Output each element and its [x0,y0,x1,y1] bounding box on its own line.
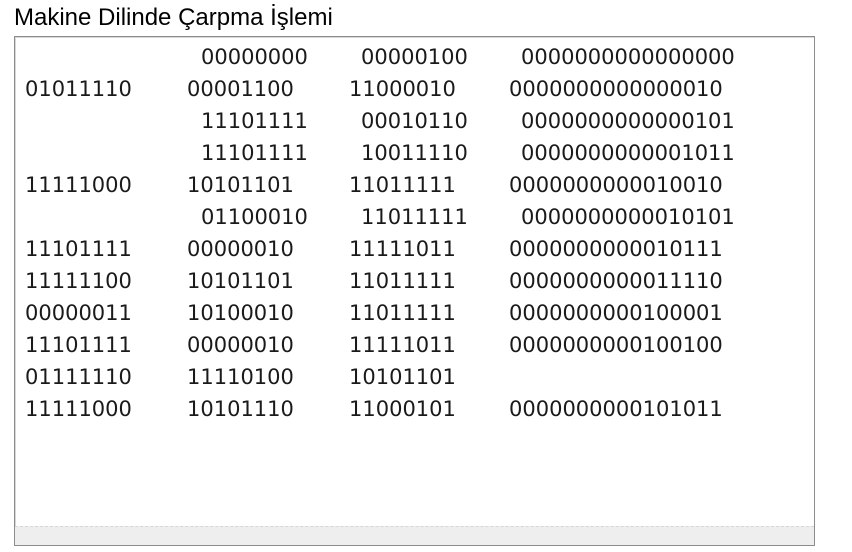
code-cell: 11101111 [25,333,132,357]
code-row: 01011110 00001100 11000010 0000000000000010 [15,73,814,105]
code-cell: 11111011 [349,237,456,261]
code-cell: 0000000000000101 [521,109,735,133]
code-cell: 10100010 [187,301,294,325]
code-cell: 01100010 [201,205,308,229]
code-row: 11111000 10101101 11011111 0000000000010010 [15,169,814,201]
code-cell: 11011111 [349,173,456,197]
code-cell: 01011110 [25,77,132,101]
code-cell: 0000000000010111 [509,237,723,261]
code-cell: 10101101 [187,173,294,197]
code-cell: 0000000000100100 [509,333,723,357]
code-row: 11111100 10101101 11011111 0000000000011110 [15,265,814,297]
code-cell: 11011111 [349,301,456,325]
code-row: 01111110 11110100 10101101 [15,361,814,393]
code-cell: 11101111 [201,141,308,165]
code-cell: 00001100 [187,77,294,101]
code-row: 11101111 00010110 0000000000000101 [15,105,814,137]
code-row: 11111000 10101110 11000101 0000000000101011 [15,393,814,425]
code-cell: 00000100 [361,45,468,69]
code-cell: 0000000000011110 [509,269,723,293]
code-cell: 00000010 [187,333,294,357]
code-cell: 00000011 [25,301,132,325]
code-cell: 01111110 [25,365,132,389]
code-cell: 0000000000101011 [509,397,723,421]
code-cell: 11101111 [25,237,132,261]
code-cell: 0000000000010101 [521,205,735,229]
code-cell: 10101101 [349,365,456,389]
code-row: 11101111 10011110 0000000000001011 [15,137,814,169]
code-row: 11101111 00000010 11111011 0000000000100100 [15,329,814,361]
code-cell: 11011111 [349,269,456,293]
page-title: Makine Dilinde Çarpma İşlemi [14,4,333,31]
code-row: 00000000 00000100 0000000000000000 [15,41,814,73]
code-cell: 0000000000000000 [521,45,735,69]
panel-footer-shade [15,526,814,545]
code-cell: 11101111 [201,109,308,133]
code-cell: 11111000 [25,397,132,421]
code-cell: 11000010 [349,77,456,101]
code-row: 01100010 11011111 0000000000010101 [15,201,814,233]
code-cell: 11110100 [187,365,294,389]
code-cell: 10101110 [187,397,294,421]
code-panel: 00000000 00000100 0000000000000000 01011110… [14,36,815,546]
code-cell: 11111011 [349,333,456,357]
code-cell: 11111100 [25,269,132,293]
code-row: 00000011 10100010 11011111 0000000000100001 [15,297,814,329]
code-cell: 10011110 [361,141,468,165]
machine-code-table: 00000000 00000100 0000000000000000 01011110… [15,37,814,425]
code-cell: 00000000 [201,45,308,69]
code-cell: 0000000000000010 [509,77,723,101]
code-cell: 10101101 [187,269,294,293]
code-cell: 0000000000001011 [521,141,735,165]
code-cell: 00000010 [187,237,294,261]
code-cell: 11000101 [349,397,456,421]
code-cell: 11111000 [25,173,132,197]
code-row: 11101111 00000010 11111011 0000000000010111 [15,233,814,265]
code-cell: 11011111 [361,205,468,229]
code-cell: 0000000000010010 [509,173,723,197]
code-cell: 00010110 [361,109,468,133]
code-cell: 0000000000100001 [509,301,723,325]
